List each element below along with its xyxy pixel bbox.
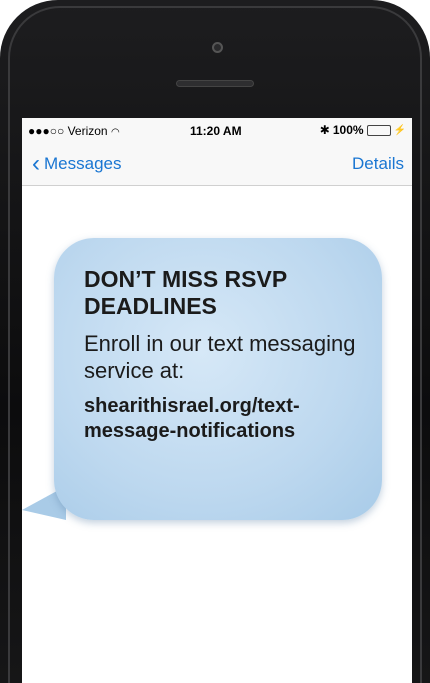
message-thread: DON’T MISS RSVP DEADLINES Enroll in our …: [22, 186, 412, 683]
message-body: Enroll in our text messaging service at:: [84, 331, 356, 383]
message-bubble[interactable]: DON’T MISS RSVP DEADLINES Enroll in our …: [54, 238, 382, 520]
status-bar: ●●●○○ Verizon ◠ 11:20 AM ✱ 100% ⚡: [22, 118, 412, 144]
status-right: ✱ 100% ⚡: [320, 123, 406, 137]
status-time: 11:20 AM: [190, 124, 242, 138]
charging-icon: ⚡: [393, 124, 406, 136]
message-headline: DON’T MISS RSVP DEADLINES: [84, 266, 287, 319]
message-link[interactable]: shearithisrael.org/text-message-notifica…: [84, 394, 358, 444]
chevron-left-icon: ‹: [32, 150, 40, 177]
bluetooth-icon: ✱: [319, 123, 330, 137]
details-button[interactable]: Details: [352, 154, 404, 174]
phone-frame: ●●●○○ Verizon ◠ 11:20 AM ✱ 100% ⚡ ‹ Mess…: [0, 0, 430, 683]
phone-screen: ●●●○○ Verizon ◠ 11:20 AM ✱ 100% ⚡ ‹ Mess…: [22, 118, 412, 683]
wifi-icon: ◠: [110, 127, 120, 138]
camera-icon: [212, 42, 223, 53]
carrier-label: ●●●○○ Verizon: [28, 124, 108, 138]
battery-percent: 100%: [332, 123, 364, 137]
carrier-signal: ●●●○○ Verizon ◠: [28, 124, 120, 138]
battery-icon: [366, 124, 391, 136]
speaker-grille: [176, 80, 254, 87]
nav-bar: ‹ Messages Details: [22, 144, 412, 186]
back-label: Messages: [44, 154, 122, 173]
back-button[interactable]: ‹ Messages: [32, 152, 121, 176]
